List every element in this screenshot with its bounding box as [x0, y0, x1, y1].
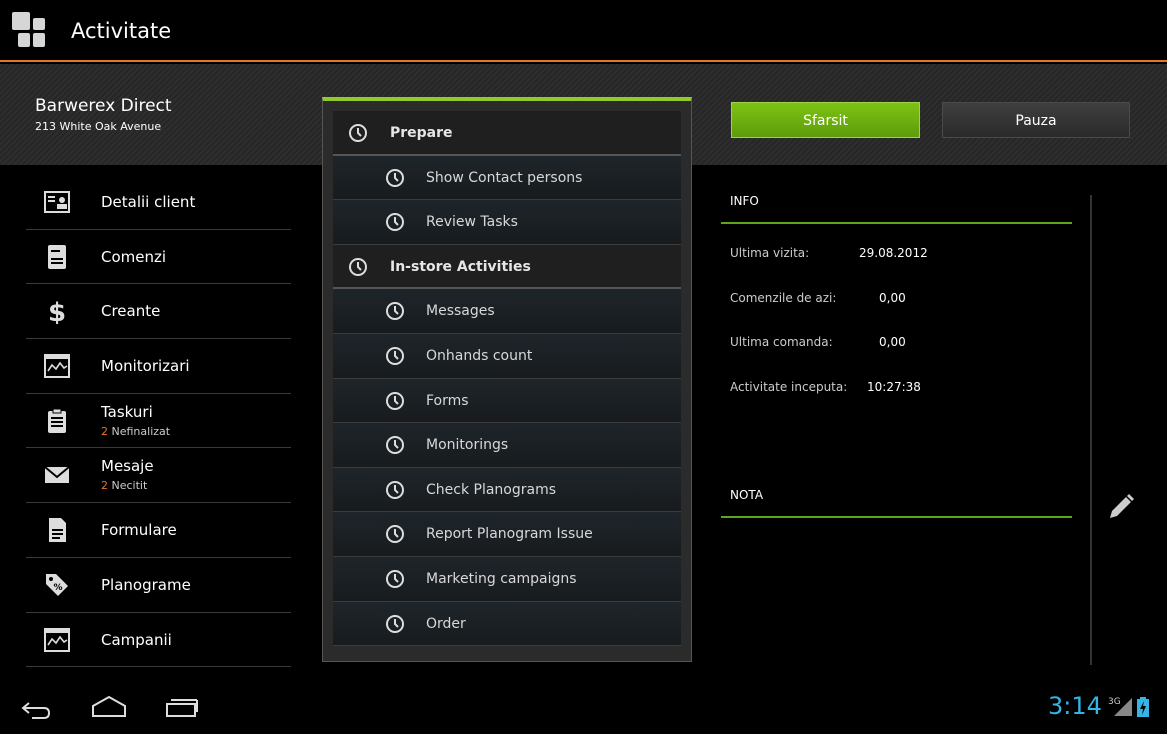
- sidebar-item-label: Comenzi: [101, 247, 167, 266]
- client-name: Barwerex Direct: [35, 96, 172, 116]
- unfinished-count: 2: [101, 424, 108, 438]
- dollar-icon: $: [48, 298, 66, 324]
- info-label-activity-started: Activitate inceputa:: [730, 380, 848, 394]
- list-item-label: Show Contact persons: [426, 169, 583, 186]
- sidebar-item-receivables[interactable]: $ Creante: [26, 284, 291, 340]
- clock-icon: [386, 436, 404, 455]
- pause-button[interactable]: Pauza: [942, 102, 1130, 138]
- activity-dropdown-list[interactable]: Prepare Show Contact persons Review Task…: [322, 97, 692, 662]
- info-value-last-order: 0,00: [879, 335, 906, 349]
- info-value-activity-started: 10:27:38: [867, 380, 921, 394]
- list-item-label: Prepare: [390, 125, 453, 141]
- list-item-report-planogram-issue[interactable]: Report Planogram Issue: [333, 512, 681, 557]
- clock-icon: [386, 614, 404, 633]
- monitor-chart-icon: [44, 354, 70, 379]
- list-item-messages[interactable]: Messages: [333, 289, 681, 334]
- note-divider: [721, 516, 1072, 518]
- sidebar-item-label: Taskuri: [101, 402, 153, 421]
- clock-icon: [386, 347, 404, 365]
- recent-apps-icon[interactable]: [165, 694, 199, 722]
- sidebar-item-sublabel: 2 Nefinalizat: [101, 424, 171, 438]
- list-item-label: Onhands count: [426, 348, 533, 364]
- action-bar: Activitate: [0, 0, 1167, 62]
- list-group-prepare[interactable]: Prepare: [333, 111, 681, 156]
- sidebar-item-label: Detalii client: [101, 193, 196, 211]
- unread-count: 2: [101, 479, 108, 493]
- home-icon[interactable]: [91, 694, 127, 722]
- sidebar-item-campaigns[interactable]: Campanii: [26, 613, 291, 668]
- list-item-label: Marketing campaigns: [426, 571, 577, 587]
- sidebar-item-orders[interactable]: Comenzi: [26, 230, 291, 285]
- sidebar-item-messages[interactable]: Mesaje 2 Necitit: [26, 448, 291, 504]
- info-label-last-visit: Ultima vizita:: [730, 246, 810, 260]
- clock-icon: [349, 257, 367, 276]
- sidebar-item-tasks[interactable]: Taskuri 2 Nefinalizat: [26, 394, 291, 449]
- campaign-chart-icon: [44, 627, 70, 652]
- info-value-last-visit: 29.08.2012: [859, 246, 928, 260]
- battery-charging-icon: [1137, 697, 1149, 717]
- info-label-orders-today: Comenzile de azi:: [730, 291, 837, 305]
- status-clock: 3:14: [1048, 692, 1102, 720]
- sidebar-item-label: Planograme: [101, 575, 191, 594]
- back-icon[interactable]: [20, 694, 52, 722]
- mail-icon: [44, 466, 70, 484]
- list-item-label: Messages: [426, 303, 495, 320]
- list-item-monitorings[interactable]: Monitorings: [333, 423, 681, 468]
- sidebar-item-label: Creante: [101, 302, 161, 321]
- sidebar-item-label: Formulare: [101, 521, 177, 540]
- list-item-label: In-store Activities: [390, 258, 531, 275]
- client-card-icon: [44, 191, 70, 213]
- app-grid-icon[interactable]: [12, 12, 54, 52]
- sidebar-item-label: Mesaje: [101, 457, 154, 476]
- clock-icon: [349, 124, 367, 142]
- price-tag-icon: %: [46, 573, 68, 596]
- system-nav-bar: [0, 684, 1167, 734]
- info-section-title: INFO: [730, 194, 759, 208]
- sidebar-item-sublabel: 2 Necitit: [101, 479, 148, 493]
- list-item-review-tasks[interactable]: Review Tasks: [333, 200, 681, 245]
- end-activity-button[interactable]: Sfarsit: [731, 102, 920, 138]
- signal-icon: [1114, 698, 1132, 716]
- list-item-show-contact-persons[interactable]: Show Contact persons: [333, 155, 681, 201]
- info-value-orders-today: 0,00: [879, 291, 906, 305]
- svg-text:%: %: [53, 583, 62, 593]
- edit-pencil-icon[interactable]: [1106, 492, 1136, 522]
- clock-icon: [386, 213, 404, 232]
- list-item-onhands-count[interactable]: Onhands count: [333, 334, 681, 379]
- list-item-check-planograms[interactable]: Check Planograms: [333, 467, 681, 513]
- clock-icon: [386, 302, 404, 321]
- list-item-marketing-campaigns[interactable]: Marketing campaigns: [333, 557, 681, 602]
- orders-icon: [48, 244, 66, 269]
- clock-icon: [386, 480, 404, 499]
- list-item-label: Report Planogram Issue: [426, 526, 593, 543]
- info-divider: [721, 222, 1072, 224]
- clipboard-icon: [48, 408, 66, 433]
- sidebar-item-label: Campanii: [101, 630, 172, 649]
- form-document-icon: [49, 518, 66, 543]
- list-item-label: Check Planograms: [426, 481, 557, 498]
- list-item-label: Monitorings: [426, 437, 509, 454]
- sidebar: Detalii client Comenzi $ Creante Monitor…: [26, 175, 291, 680]
- sidebar-item-monitorings[interactable]: Monitorizari: [26, 339, 291, 394]
- info-label-last-order: Ultima comanda:: [730, 335, 833, 349]
- panel-divider: [1090, 195, 1092, 665]
- svg-text:$: $: [48, 298, 66, 324]
- client-address: 213 White Oak Avenue: [35, 120, 162, 133]
- clock-icon: [386, 525, 404, 544]
- sidebar-item-client-details[interactable]: Detalii client: [26, 175, 291, 230]
- list-item-order[interactable]: Order: [333, 601, 681, 647]
- page-title: Activitate: [71, 19, 172, 43]
- sidebar-item-label: Monitorizari: [101, 357, 190, 376]
- list-group-in-store-activities[interactable]: In-store Activities: [333, 244, 681, 290]
- sidebar-item-forms[interactable]: Formulare: [26, 503, 291, 558]
- list-item-label: Order: [426, 615, 466, 632]
- clock-icon: [386, 168, 404, 187]
- list-item-label: Forms: [426, 392, 469, 409]
- clock-icon: [386, 391, 404, 410]
- sidebar-item-planograms[interactable]: % Planograme: [26, 558, 291, 613]
- clock-icon: [386, 570, 404, 588]
- list-item-label: Review Tasks: [426, 214, 518, 231]
- note-section-title: NOTA: [730, 488, 764, 502]
- list-item-forms[interactable]: Forms: [333, 378, 681, 424]
